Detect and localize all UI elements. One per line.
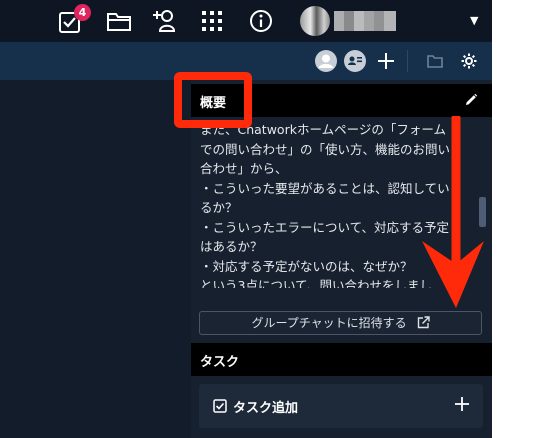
username-redacted[interactable] — [334, 11, 396, 31]
add-task-button[interactable]: タスク追加 — [199, 384, 483, 428]
folder-icon[interactable] — [106, 10, 132, 32]
add-contact-icon[interactable] — [152, 8, 178, 34]
global-header: 4 ▼ — [0, 0, 492, 42]
member-contact-card-icon[interactable] — [344, 50, 366, 72]
external-link-icon — [417, 316, 430, 329]
chatwork-app: 4 ▼ 概要 また、Chatworkホームページの「フォーム での問い合わせ」の… — [0, 0, 492, 438]
add-member-plus-icon[interactable] — [377, 52, 395, 70]
edit-pencil-icon[interactable] — [464, 93, 478, 107]
info-icon[interactable] — [249, 9, 273, 33]
user-avatar[interactable] — [300, 6, 330, 36]
add-task-label: タスク追加 — [233, 401, 299, 416]
invite-button-label: グループチャットに招待する — [251, 316, 407, 330]
tasks-header: タスク — [191, 343, 492, 376]
task-checkbox-icon — [213, 399, 227, 413]
tasks-title: タスク — [200, 355, 240, 370]
account-menu-caret-icon[interactable]: ▼ — [470, 14, 478, 27]
member-avatar-default[interactable] — [315, 50, 337, 72]
settings-gear-icon[interactable] — [460, 52, 478, 70]
annotation-down-arrow — [422, 116, 484, 308]
add-task-plus-icon[interactable] — [454, 396, 470, 412]
task-count-badge: 4 — [74, 4, 91, 21]
file-folder-icon[interactable] — [427, 54, 443, 68]
page-margin — [492, 0, 534, 438]
toolbar-divider — [407, 50, 408, 72]
annotation-highlight-box — [174, 72, 252, 128]
apps-grid-icon[interactable] — [202, 11, 222, 31]
invite-to-group-chat-button[interactable]: グループチャットに招待する — [199, 311, 482, 335]
